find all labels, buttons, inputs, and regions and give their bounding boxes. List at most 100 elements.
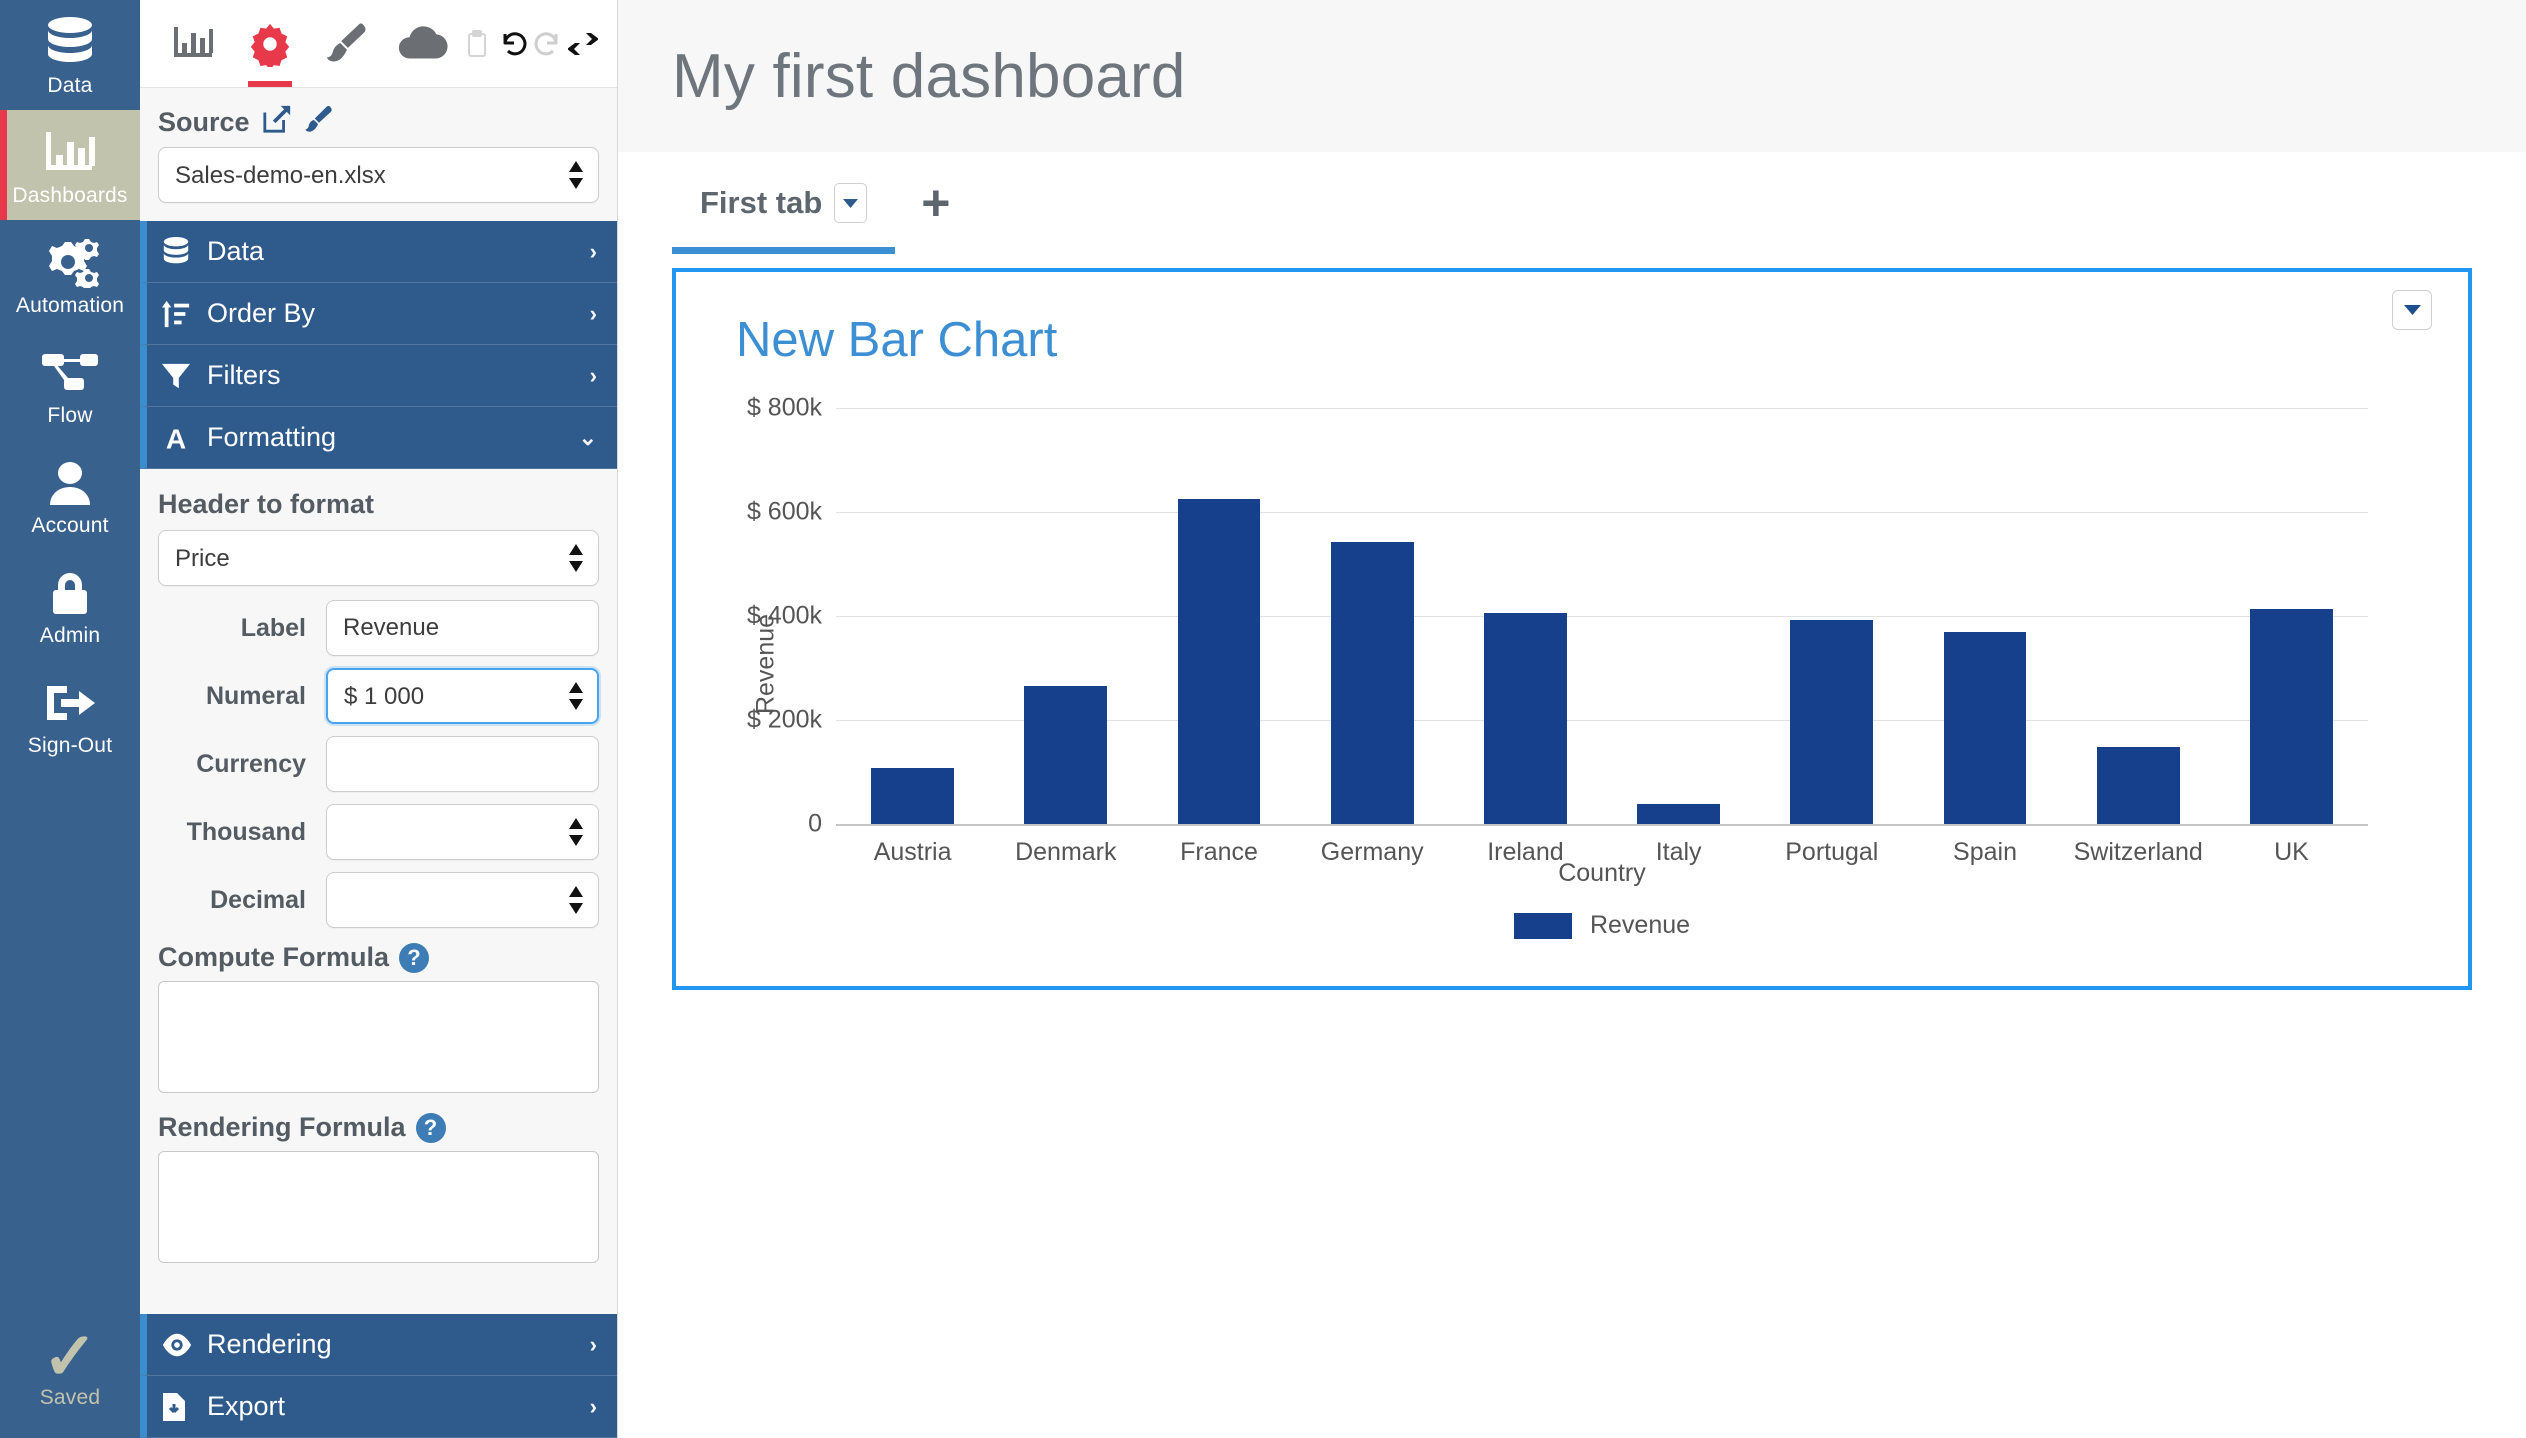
chart-bar-cell[interactable]: Italy xyxy=(1602,408,1755,866)
rendering-formula-title: Rendering Formula xyxy=(158,1112,406,1142)
label-input[interactable] xyxy=(326,600,599,656)
page-title: My first dashboard xyxy=(672,41,1186,111)
chart-bar[interactable] xyxy=(1790,619,1874,824)
chart-bar[interactable] xyxy=(1024,686,1108,824)
save-status: ✓ Saved xyxy=(0,1318,140,1438)
swap-button[interactable] xyxy=(568,1,599,87)
currency-field-row: Currency xyxy=(158,736,599,792)
chart-bar[interactable] xyxy=(1484,613,1567,824)
app-root: Data Dashboards Automation Flow Account … xyxy=(0,0,2526,1438)
chart-bar[interactable] xyxy=(2250,609,2333,824)
chart-bar[interactable] xyxy=(871,767,954,824)
source-header: Source xyxy=(140,88,617,147)
panel-nav-order-by[interactable]: Order By › xyxy=(140,283,617,345)
help-circle-icon[interactable]: ? xyxy=(399,942,430,973)
header-to-format-select[interactable]: Price xyxy=(158,530,599,586)
rail-item-account[interactable]: Account xyxy=(0,440,140,550)
chart-bar-cell[interactable]: UK xyxy=(2215,408,2368,866)
eye-icon xyxy=(161,1332,207,1358)
legend-label: Revenue xyxy=(1589,911,1691,939)
source-select-wrap: Sales-demo-en.xlsx xyxy=(140,147,617,213)
panel-nav-label: Data xyxy=(207,236,265,266)
tab-bar: First tab + xyxy=(618,152,2526,254)
style-tool-button[interactable] xyxy=(310,1,382,87)
chart-bar[interactable] xyxy=(1637,803,1720,824)
currency-field-label: Currency xyxy=(196,749,306,778)
chart-bar-cell[interactable]: Austria xyxy=(836,408,989,866)
save-status-label: Saved xyxy=(39,1386,101,1409)
dashboard-header: My first dashboard xyxy=(618,0,2526,152)
add-tab-button[interactable]: + xyxy=(895,152,976,254)
panel-nav-filters[interactable]: Filters › xyxy=(140,345,617,407)
chart-bar[interactable] xyxy=(1330,541,1414,824)
decimal-field-label: Decimal xyxy=(210,885,306,914)
header-to-format-label: Header to format xyxy=(158,489,375,519)
numeral-field-row: Numeral $ 1 000 xyxy=(158,668,599,724)
panel-nav-list: Data › Order By › Filters › A Formatting… xyxy=(140,221,617,469)
source-select[interactable]: Sales-demo-en.xlsx xyxy=(158,147,599,203)
y-tick-label: $ 800k xyxy=(746,393,822,422)
numeral-select[interactable]: $ 1 000 xyxy=(326,668,599,724)
rail-item-dashboards[interactable]: Dashboards xyxy=(0,110,140,220)
panel-nav-formatting[interactable]: A Formatting ⌄ xyxy=(140,407,617,469)
cloud-tool-button[interactable] xyxy=(386,1,458,87)
gears-icon xyxy=(4,234,136,292)
caret-down-icon[interactable] xyxy=(834,183,868,223)
edit-square-icon[interactable] xyxy=(262,104,292,141)
panel-nav-export[interactable]: Export › xyxy=(140,1376,617,1438)
rail-item-data[interactable]: Data xyxy=(0,0,140,110)
decimal-select[interactable] xyxy=(326,872,599,928)
panel-nav-rendering[interactable]: Rendering › xyxy=(140,1314,617,1376)
paintbrush-icon[interactable] xyxy=(304,105,334,140)
undo-button[interactable] xyxy=(497,1,528,87)
database-icon xyxy=(4,14,136,72)
currency-input[interactable] xyxy=(326,736,599,792)
settings-tool-button[interactable] xyxy=(234,1,306,87)
chart-bar[interactable] xyxy=(1177,499,1261,824)
chart-bar-cell[interactable]: Switzerland xyxy=(2062,408,2215,866)
label-field-label: Label xyxy=(240,613,306,642)
chart-bar-cell[interactable]: France xyxy=(1142,408,1295,866)
chevron-right-icon: › xyxy=(589,1331,597,1357)
chart-bar-cell[interactable]: Germany xyxy=(1296,408,1449,866)
panel-nav-label: Filters xyxy=(207,360,281,390)
chart-card-menu-button[interactable] xyxy=(2392,290,2432,330)
chart-bar-cell[interactable]: Denmark xyxy=(989,408,1142,866)
thousand-select[interactable] xyxy=(326,804,599,860)
rendering-formula-textarea[interactable] xyxy=(158,1151,599,1263)
rail-item-automation[interactable]: Automation xyxy=(0,220,140,330)
rail-item-label: Dashboards xyxy=(12,184,128,207)
chevron-right-icon: › xyxy=(589,1393,597,1419)
label-field-control xyxy=(326,600,599,656)
tab-first-tab[interactable]: First tab xyxy=(672,152,896,254)
chart-tool-button[interactable] xyxy=(158,1,230,87)
rail-item-flow[interactable]: Flow xyxy=(0,330,140,440)
redo-button[interactable] xyxy=(532,1,563,87)
user-icon xyxy=(4,454,136,512)
bar-chart-icon xyxy=(4,124,136,182)
chart-bar-cell[interactable]: Ireland xyxy=(1449,408,1602,866)
rail-item-sign-out[interactable]: Sign-Out xyxy=(0,660,140,770)
panel-nav-data[interactable]: Data › xyxy=(140,221,617,283)
panel-nav-bottom: Rendering › Export › xyxy=(140,1314,617,1438)
panel-nav-label: Order By xyxy=(207,298,316,328)
compute-formula-textarea[interactable] xyxy=(158,981,599,1093)
chart-bar[interactable] xyxy=(2096,747,2180,824)
lock-icon xyxy=(4,564,136,622)
compute-formula-header: Compute Formula ? xyxy=(158,942,599,973)
y-tick-label: 0 xyxy=(808,809,822,838)
panel-nav-label: Rendering xyxy=(207,1329,332,1359)
clipboard-button[interactable] xyxy=(462,1,493,87)
numeral-field-label: Numeral xyxy=(205,681,306,710)
rail-item-admin[interactable]: Admin xyxy=(0,550,140,660)
help-circle-icon[interactable]: ? xyxy=(415,1112,446,1143)
chart-card[interactable]: New Bar Chart Revenue 0 $ 200k $ 400k $ 600… xyxy=(672,268,2472,990)
chart-bar-cell[interactable]: Spain xyxy=(1908,408,2061,866)
plus-icon: + xyxy=(921,175,951,231)
chart-bar-cell[interactable]: Portugal xyxy=(1755,408,1908,866)
rail-spacer xyxy=(0,770,140,1318)
chevron-right-icon: › xyxy=(589,238,597,264)
decimal-field-row: Decimal xyxy=(158,872,599,928)
chart-bar[interactable] xyxy=(1943,632,2027,824)
compute-formula-title: Compute Formula xyxy=(158,942,390,972)
